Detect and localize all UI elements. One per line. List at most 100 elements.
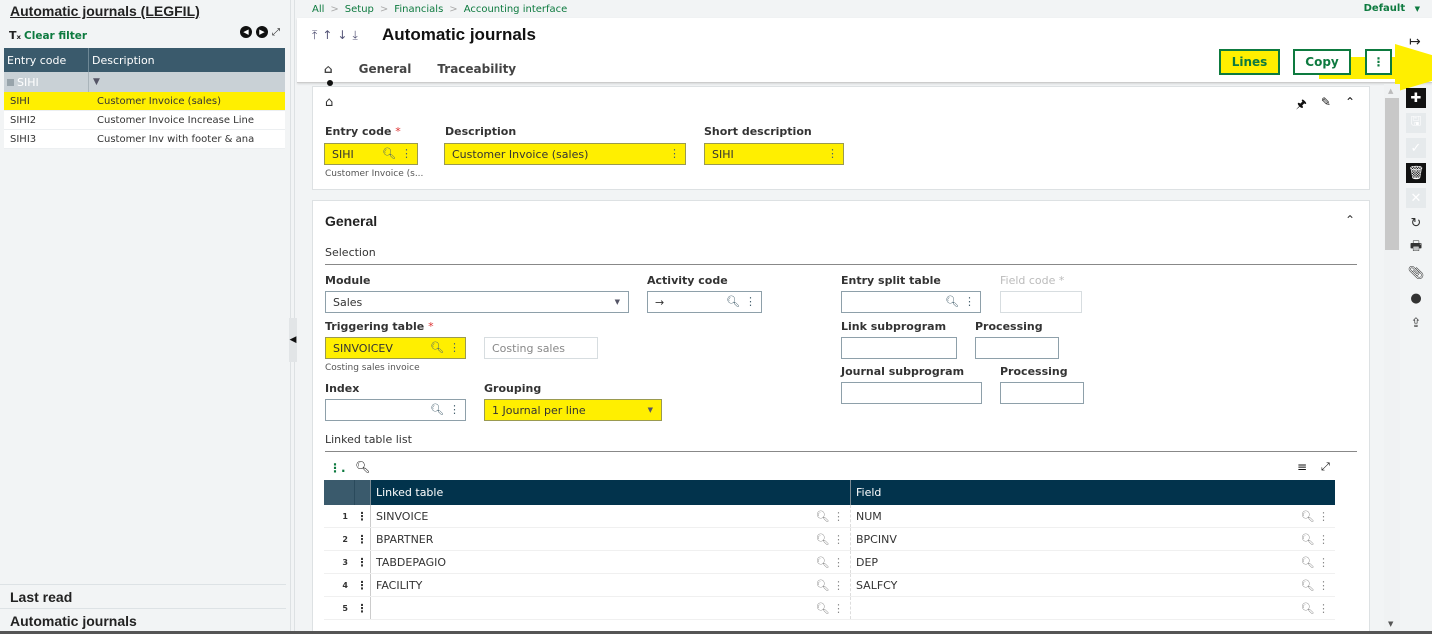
row-menu-icon[interactable]: ⋮ [354,602,370,615]
search-icon[interactable]: 🔍︎ [1301,579,1315,592]
list-item[interactable]: SIHI Customer Invoice (sales) [4,92,285,111]
grid-search-icon[interactable]: 🔍︎ [355,460,370,474]
breadcrumb-accounting-interface[interactable]: Accounting interface [464,4,568,15]
field-cell[interactable]: DEP 🔍︎ ⋮ [850,551,1335,573]
collapse-icon[interactable]: ⌃ [1345,213,1355,227]
column-field[interactable]: Field [850,480,1335,505]
kebab-icon[interactable]: ⋮ [1318,533,1329,546]
search-icon[interactable]: 🔍︎ [1301,510,1315,523]
row-menu-icon[interactable]: ⋮ [354,533,370,546]
link-processing-field[interactable] [975,337,1059,359]
table-row[interactable]: 4 ⋮ FACILITY 🔍︎ ⋮ SALFCY 🔍︎ ⋮ [324,574,1335,597]
row-menu-icon[interactable]: ⋮ [354,510,370,523]
column-description[interactable]: Description [89,54,155,67]
clear-filter-button[interactable]: Tₓ Clear filter [9,29,87,42]
search-icon[interactable]: 🔍︎ [726,295,740,308]
field-cell[interactable]: 🔍︎ ⋮ [850,597,1335,619]
last-record-icon[interactable]: ⤓ [352,28,357,43]
search-icon[interactable]: 🔍︎ [430,341,444,354]
kebab-icon[interactable]: ⋮ [833,533,844,546]
default-dropdown[interactable]: Default ▼ [1364,3,1420,14]
next-icon[interactable]: ▶ [256,26,268,38]
copy-button[interactable]: Copy [1293,49,1351,75]
kebab-icon[interactable]: ⋮ [833,510,844,523]
breadcrumb-financials[interactable]: Financials [394,4,443,15]
expand-icon[interactable]: ⤢ [1321,460,1330,474]
search-icon[interactable]: 🔍︎ [382,147,396,160]
previous-icon[interactable]: ◀ [240,26,252,38]
breadcrumb-setup[interactable]: Setup [345,4,374,15]
delete-icon[interactable]: 🗑︎ [1406,163,1426,183]
comment-icon[interactable]: ● [1406,288,1426,308]
expand-icon[interactable]: ⤢ [272,27,280,38]
activity-code-field[interactable]: → 🔍︎ ⋮ [647,291,762,313]
grouping-select[interactable]: 1 Journal per line ▼ [484,399,662,421]
kebab-icon[interactable]: ⋮ [1318,579,1329,592]
tab-traceability[interactable]: Traceability [437,62,516,76]
first-record-icon[interactable]: ⤒ [312,28,317,43]
index-field[interactable]: 🔍︎ ⋮ [325,399,466,421]
search-icon[interactable]: 🔍︎ [1301,602,1315,615]
table-row[interactable]: 5 ⋮ 🔍︎ ⋮ 🔍︎ ⋮ [324,597,1335,620]
attachment-icon[interactable]: 📎︎ [1406,263,1426,283]
kebab-icon[interactable]: ⋮ [1318,556,1329,569]
table-row[interactable]: 2 ⋮ BPARTNER 🔍︎ ⋮ BPCINV 🔍︎ ⋮ [324,528,1335,551]
previous-record-icon[interactable]: ↑ [322,28,332,43]
linked-table-cell[interactable]: FACILITY 🔍︎ ⋮ [370,574,850,596]
entry-split-table-field[interactable]: 🔍︎ ⋮ [841,291,981,313]
field-cell[interactable]: SALFCY 🔍︎ ⋮ [850,574,1335,596]
module-select[interactable]: Sales ▼ [325,291,629,313]
column-entry-code[interactable]: Entry code [4,48,89,72]
link-subprogram-field[interactable] [841,337,957,359]
export-icon[interactable]: ⇪ [1406,313,1426,333]
last-read-header[interactable]: Last read [0,584,286,608]
field-cell[interactable]: NUM 🔍︎ ⋮ [850,505,1335,527]
kebab-icon[interactable]: ⋮ [833,602,844,615]
search-icon[interactable]: 🔍︎ [816,510,830,523]
grid-menu-icon[interactable]: ⋮. [329,461,346,475]
last-read-item[interactable]: Automatic journals [0,608,286,632]
kebab-icon[interactable]: ⋮ [964,295,975,308]
collapse-icon[interactable]: ⌃ [1345,95,1355,116]
panel-splitter[interactable] [287,0,297,634]
kebab-icon[interactable]: ⋮ [833,579,844,592]
print-icon[interactable]: 🖶︎ [1406,238,1426,258]
row-menu-icon[interactable]: ⋮ [354,579,370,592]
add-icon[interactable]: ✚ [1406,88,1426,108]
search-icon[interactable]: 🔍︎ [816,533,830,546]
triggering-table-field[interactable]: SINVOICEV 🔍︎ ⋮ [325,337,466,359]
search-icon[interactable]: 🔍︎ [816,602,830,615]
tab-general[interactable]: General [359,62,412,76]
table-row[interactable]: 1 ⋮ SINVOICE 🔍︎ ⋮ NUM 🔍︎ ⋮ [324,505,1335,528]
search-icon[interactable]: 🔍︎ [1301,533,1315,546]
linked-table-cell[interactable]: SINVOICE 🔍︎ ⋮ [370,505,850,527]
collapse-left-panel-icon[interactable]: ◀ [289,318,297,362]
entry-code-filter[interactable]: SIHI [4,72,89,92]
funnel-icon[interactable]: ▼ [89,77,100,87]
kebab-icon[interactable]: ⋮ [1318,510,1329,523]
layers-icon[interactable]: ≡ [1297,460,1307,474]
short-description-field[interactable]: SIHI ⋮ [704,143,844,165]
entry-code-field[interactable]: SIHI 🔍︎ ⋮ [324,143,418,165]
list-item[interactable]: SIHI3 Customer Inv with footer & ana [4,130,285,149]
kebab-icon[interactable]: ⋮ [449,341,460,354]
kebab-icon[interactable]: ⋮ [449,403,460,416]
search-icon[interactable]: 🔍︎ [430,403,444,416]
pin-icon[interactable]: 🖈 [1296,95,1307,116]
linked-table-cell[interactable]: BPARTNER 🔍︎ ⋮ [370,528,850,550]
linked-table-cell[interactable]: 🔍︎ ⋮ [370,597,850,619]
row-menu-icon[interactable]: ⋮ [354,556,370,569]
scroll-down-icon[interactable]: ▼ [1388,620,1393,628]
linked-table-cell[interactable]: TABDEPAGIO 🔍︎ ⋮ [370,551,850,573]
next-record-icon[interactable]: ↓ [337,28,347,43]
refresh-icon[interactable]: ↻ [1406,213,1426,233]
tab-home[interactable]: ⌂ [324,62,333,86]
column-linked-table[interactable]: Linked table [370,480,850,505]
left-panel-title[interactable]: Automatic journals (LEGFIL) [10,3,200,19]
kebab-icon[interactable]: ⋮ [401,147,412,160]
kebab-icon[interactable]: ⋮ [827,147,838,160]
kebab-icon[interactable]: ⋮ [833,556,844,569]
description-field[interactable]: Customer Invoice (sales) ⋮ [444,143,686,165]
lines-button[interactable]: Lines [1219,49,1280,75]
kebab-icon[interactable]: ⋮ [669,147,680,160]
